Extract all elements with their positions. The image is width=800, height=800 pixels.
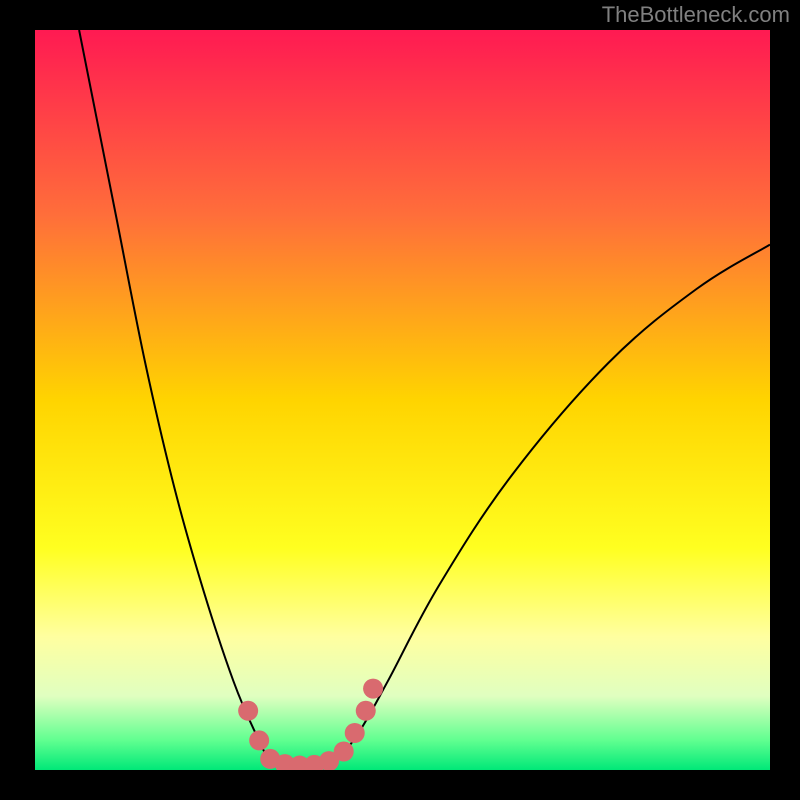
marker-dot bbox=[238, 701, 258, 721]
watermark-text: TheBottleneck.com bbox=[602, 2, 790, 28]
plot-area bbox=[35, 30, 770, 770]
chart-svg bbox=[35, 30, 770, 770]
marker-dot bbox=[363, 679, 383, 699]
marker-dot bbox=[249, 730, 269, 750]
gradient-background bbox=[35, 30, 770, 770]
marker-dot bbox=[334, 742, 354, 762]
chart-container: TheBottleneck.com bbox=[0, 0, 800, 800]
marker-dot bbox=[345, 723, 365, 743]
marker-dot bbox=[356, 701, 376, 721]
